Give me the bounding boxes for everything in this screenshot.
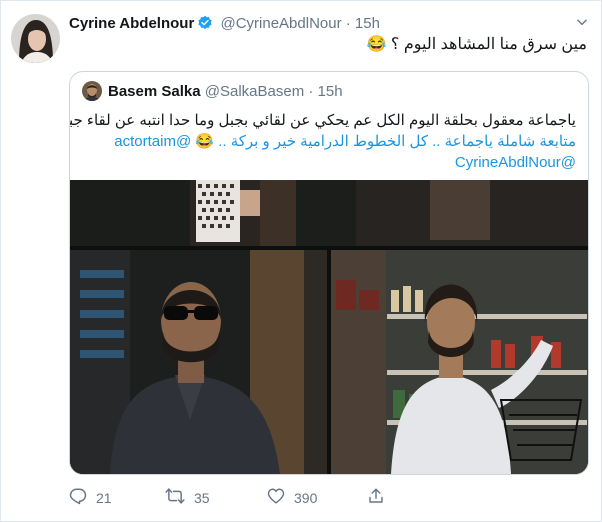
reply-count: 21: [96, 489, 112, 506]
media-collage[interactable]: [70, 180, 588, 474]
quoted-timestamp[interactable]: 15h: [318, 83, 343, 100]
share-button[interactable]: [367, 487, 385, 508]
share-icon: [367, 487, 385, 508]
like-button[interactable]: 390: [267, 487, 317, 508]
reply-icon: [69, 487, 87, 508]
dot-separator: ·: [345, 15, 351, 32]
quoted-tweet[interactable]: Basem Salka @SalkaBasem · 15h ياجماعة مع…: [69, 71, 589, 475]
quoted-text-line-mention[interactable]: متابعة شاملة ياجماعة .. كل الخطوط الدرام…: [82, 131, 576, 152]
tweet-text: مين سرق منا المشاهد اليوم ؟ 😂: [366, 36, 587, 53]
tweet-timestamp[interactable]: 15h: [355, 15, 380, 32]
author-avatar[interactable]: [11, 14, 60, 63]
tweet-header: Cyrine Abdelnour @CyrineAbdlNour · 15h: [69, 15, 380, 35]
chevron-down-icon[interactable]: [575, 15, 589, 34]
mention-link[interactable]: @CyrineAbdlNour: [82, 152, 576, 173]
heart-icon: [267, 487, 285, 508]
retweet-count: 35: [194, 489, 210, 506]
media-top-image[interactable]: [70, 180, 588, 246]
quoted-tweet-text: ياجماعة معقول بحلقة اليوم الكل عم يحكي ع…: [69, 110, 576, 173]
quoted-tweet-header: Basem Salka @SalkaBasem · 15h: [82, 81, 343, 101]
reply-button[interactable]: 21: [69, 487, 112, 508]
quoted-text-line: ياجماعة معقول بحلقة اليوم الكل عم يحكي ع…: [69, 112, 576, 129]
quoted-author-name[interactable]: Basem Salka: [108, 83, 201, 100]
author-handle[interactable]: @CyrineAbdlNour: [220, 15, 341, 32]
quoted-dot-separator: ·: [308, 83, 314, 100]
quoted-author-avatar[interactable]: [82, 81, 102, 101]
retweet-icon: [165, 487, 185, 508]
verified-badge-icon: [197, 15, 213, 35]
media-left-image[interactable]: [70, 250, 327, 474]
tweet-actions: 21 35 390: [69, 487, 529, 507]
author-name[interactable]: Cyrine Abdelnour: [69, 15, 194, 32]
tweet-card[interactable]: Cyrine Abdelnour @CyrineAbdlNour · 15h م…: [0, 0, 602, 522]
like-count: 390: [294, 489, 318, 506]
retweet-button[interactable]: 35: [165, 487, 210, 508]
media-right-image[interactable]: [331, 250, 588, 474]
quoted-author-handle[interactable]: @SalkaBasem: [205, 83, 304, 100]
